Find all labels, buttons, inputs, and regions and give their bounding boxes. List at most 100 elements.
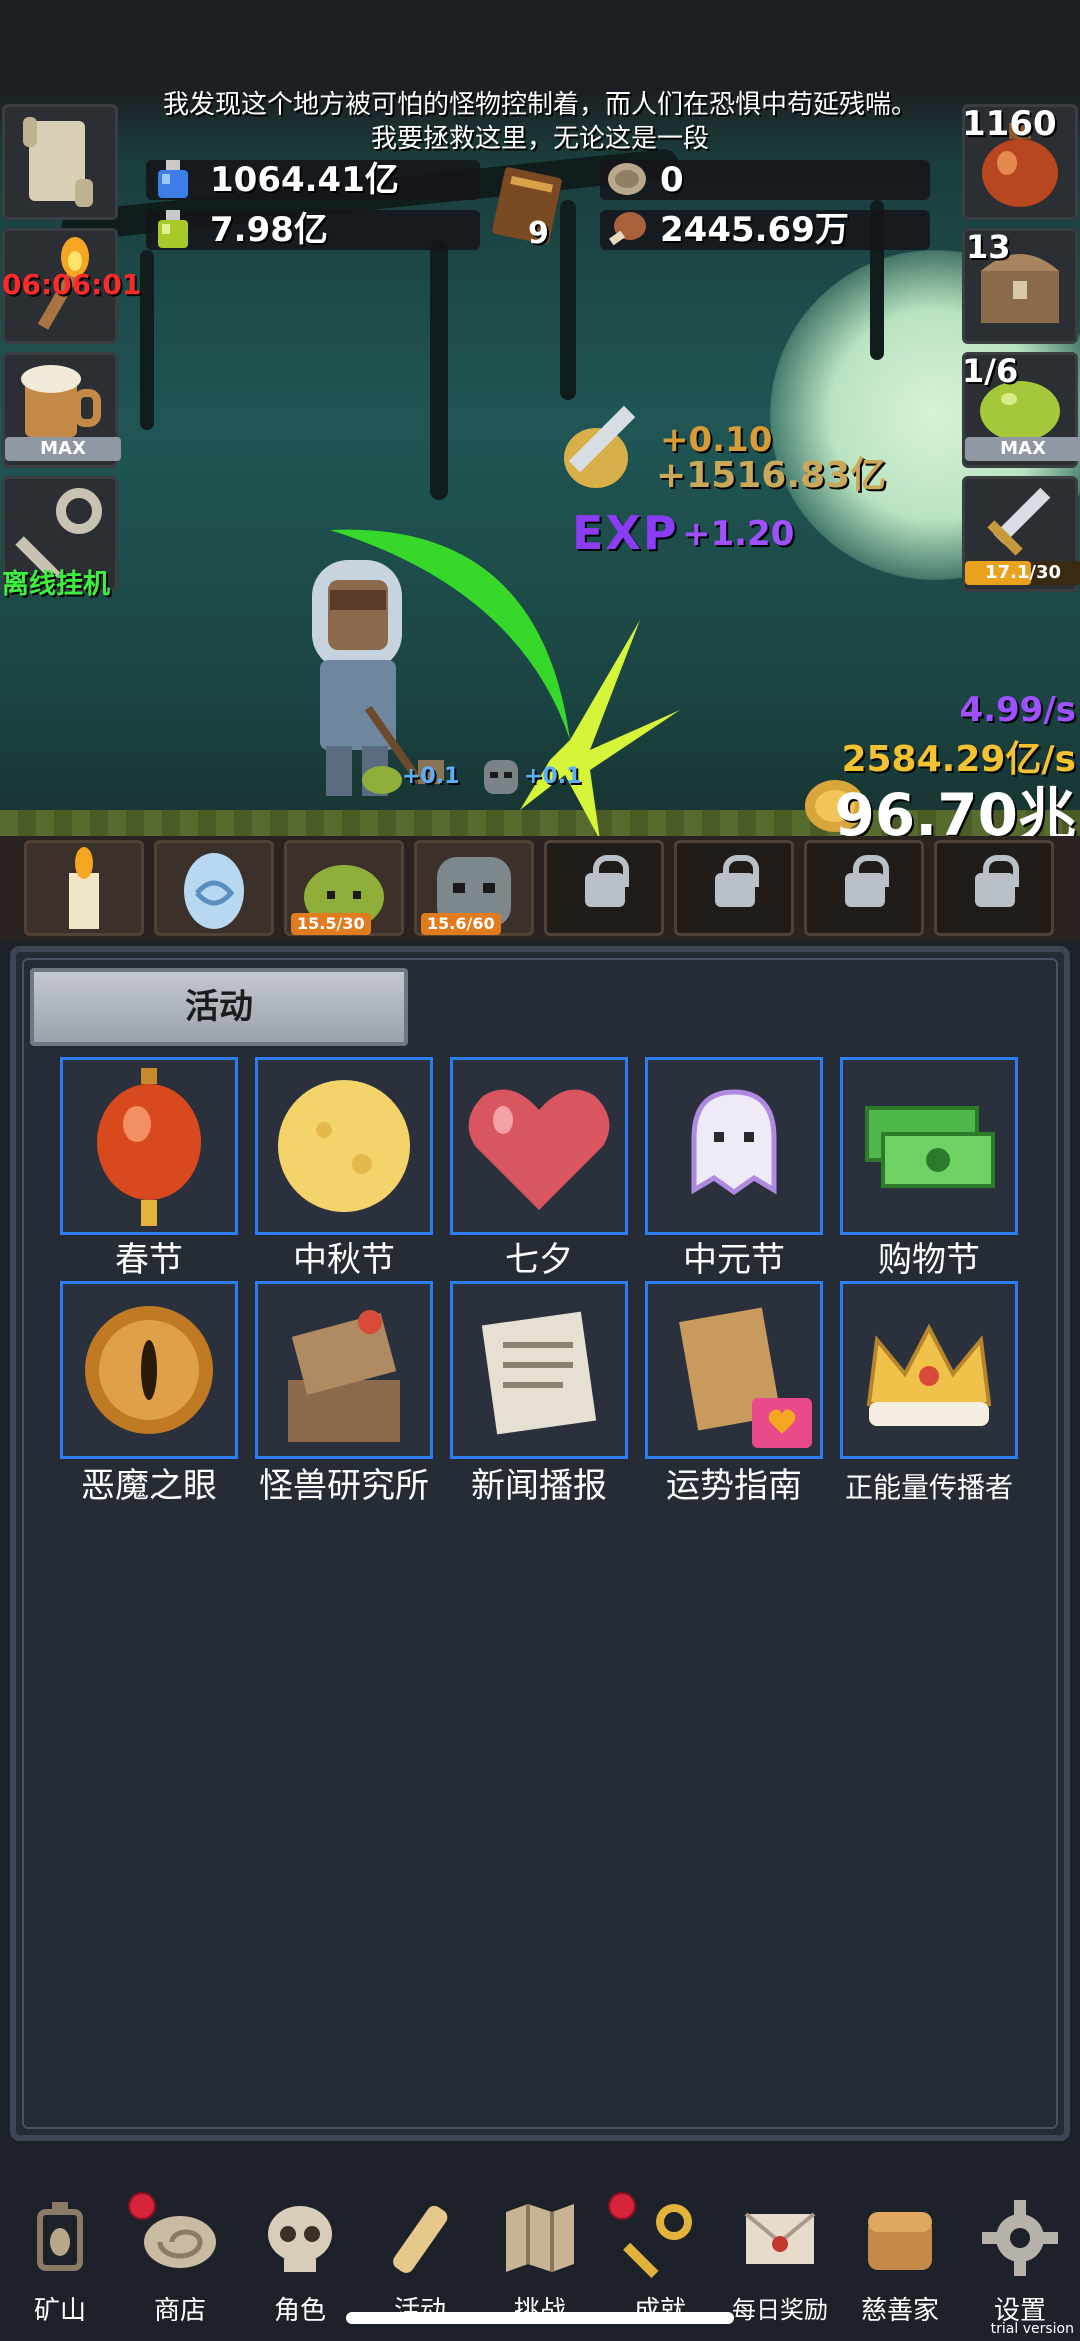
- tile-news[interactable]: [450, 1281, 628, 1459]
- heart-icon: [468, 1089, 610, 1210]
- gold-gain-big: +1516.83亿: [656, 455, 887, 496]
- sword-progress: 17.1/30: [984, 562, 1062, 583]
- blue-potion-icon: [158, 160, 188, 198]
- green-potion-value: 7.98亿: [210, 210, 328, 250]
- tab-activity[interactable]: 活动: [30, 968, 408, 1046]
- quest-scroll-button[interactable]: [2, 104, 118, 220]
- nav-daily-reward[interactable]: 每日奖励: [720, 2190, 840, 2330]
- label-qixi: 七夕: [505, 1240, 573, 1280]
- chest-count: 13: [966, 228, 1011, 266]
- slime-gain: +0.1: [402, 764, 460, 789]
- cash-icon: [865, 1106, 995, 1188]
- tile-fortune[interactable]: [645, 1281, 823, 1459]
- meat-icon: [608, 212, 646, 246]
- slime-progress: 1/6: [962, 352, 1019, 390]
- tile-positive-energy[interactable]: [840, 1281, 1018, 1459]
- nav-settings[interactable]: 设置: [960, 2190, 1080, 2330]
- green-potion-icon: [158, 210, 188, 248]
- gold-sword-icon: [564, 405, 636, 488]
- nav-label: 每日奖励: [732, 2296, 828, 2324]
- lab-icon: [288, 1310, 400, 1442]
- nav-label: 角色: [273, 2296, 326, 2326]
- nav-challenge[interactable]: 挑战: [480, 2190, 600, 2330]
- beer-button[interactable]: MAX: [2, 352, 121, 468]
- tile-monster-lab[interactable]: [255, 1281, 433, 1459]
- tile-demon-eye[interactable]: [60, 1281, 238, 1459]
- nav-label: 慈善家: [860, 2296, 939, 2326]
- slime-max-tag: MAX: [965, 437, 1080, 461]
- small-zombie: [484, 760, 518, 794]
- nav-shop[interactable]: 商店: [120, 2190, 240, 2330]
- small-slime: [362, 766, 402, 794]
- exp-rate: 4.99/s: [959, 690, 1076, 730]
- slime-monster-slot[interactable]: 15.5/30: [284, 840, 404, 936]
- torch-timer: 06:06:01: [2, 268, 142, 301]
- tile-ghost-festival[interactable]: [645, 1057, 823, 1235]
- blue-potion-value: 1064.41亿: [210, 160, 399, 200]
- book-count: 9: [528, 216, 549, 251]
- label-mid-autumn: 中秋节: [293, 1240, 395, 1280]
- zombie-monster-level: 15.6/60: [421, 913, 501, 935]
- locked-slot-2[interactable]: [674, 840, 794, 936]
- beer-max-tag: MAX: [5, 437, 121, 461]
- tile-shopping-festival[interactable]: [840, 1057, 1018, 1235]
- locked-slot-1[interactable]: [544, 840, 664, 936]
- key-icon: [623, 2204, 692, 2278]
- egg-icon: [184, 853, 244, 929]
- candle-icon: [69, 847, 99, 929]
- beer-mug-icon: [21, 365, 101, 437]
- story-text: 我发现这个地方被可怕的怪物控制着，而人们在恐惧中苟延残喘。 我要拯救这里，无论这…: [120, 88, 960, 156]
- meat-value: 2445.69万: [660, 210, 849, 250]
- sword-button[interactable]: 17.1/30: [962, 476, 1080, 592]
- potion-count: 1160: [962, 104, 1057, 144]
- scroll-icon: [393, 2205, 448, 2273]
- zombie-monster-slot[interactable]: 15.6/60: [414, 840, 534, 936]
- nav-character[interactable]: 角色: [240, 2190, 360, 2330]
- ghost-icon: [691, 1089, 777, 1196]
- bread-icon: [868, 2212, 932, 2270]
- zombie-gain: +0.1: [524, 764, 582, 789]
- label-spring-festival: 春节: [115, 1240, 183, 1280]
- coin-icon: [608, 163, 646, 195]
- nav-activity[interactable]: 活动: [360, 2190, 480, 2330]
- nav-mine[interactable]: 矿山: [0, 2190, 120, 2330]
- news-icon: [481, 1311, 597, 1435]
- skull-icon: [268, 2206, 332, 2272]
- egg-slot[interactable]: [154, 840, 274, 936]
- demon-eye-icon: [85, 1306, 213, 1434]
- sword-icon: [987, 487, 1051, 556]
- lock-icon: [715, 855, 759, 907]
- locked-slot-3[interactable]: [804, 840, 924, 936]
- hanging-vine: [430, 240, 448, 500]
- story-line-2: 我要拯救这里，无论这是一段: [370, 124, 709, 154]
- nav-achievement[interactable]: 成就: [600, 2190, 720, 2330]
- lantern-icon: [37, 2202, 83, 2271]
- lock-icon: [975, 855, 1019, 907]
- nav-label: 矿山: [33, 2296, 86, 2326]
- tile-mid-autumn[interactable]: [255, 1057, 433, 1235]
- tile-spring-festival[interactable]: [60, 1057, 238, 1235]
- candle-slot[interactable]: [24, 840, 144, 936]
- locked-slot-4[interactable]: [934, 840, 1054, 936]
- fortune-icon: [679, 1307, 812, 1448]
- label-ghost-festival: 中元节: [683, 1240, 785, 1280]
- label-demon-eye: 恶魔之眼: [81, 1466, 217, 1506]
- nav-philanthropist[interactable]: 慈善家: [840, 2190, 960, 2330]
- gear-icon: [982, 2200, 1058, 2276]
- story-line-1: 我发现这个地方被可怕的怪物控制着，而人们在恐惧中苟延残喘。: [162, 90, 917, 120]
- lock-icon: [845, 855, 889, 907]
- letter-icon: [744, 2212, 816, 2264]
- label-news: 新闻播报: [471, 1466, 607, 1506]
- slime-monster-level: 15.5/30: [291, 913, 371, 935]
- offline-label: 离线挂机: [2, 569, 110, 600]
- tile-qixi[interactable]: [450, 1057, 628, 1235]
- scroll-icon: [23, 117, 93, 207]
- home-indicator[interactable]: [346, 2312, 734, 2324]
- hanging-vine: [140, 250, 154, 430]
- label-positive-energy: 正能量传播者: [844, 1471, 1013, 1504]
- map-icon: [506, 2204, 574, 2272]
- coin-value: 0: [660, 160, 684, 200]
- lantern-icon: [97, 1068, 201, 1226]
- crown-icon: [866, 1323, 992, 1426]
- label-monster-lab: 怪兽研究所: [259, 1466, 429, 1506]
